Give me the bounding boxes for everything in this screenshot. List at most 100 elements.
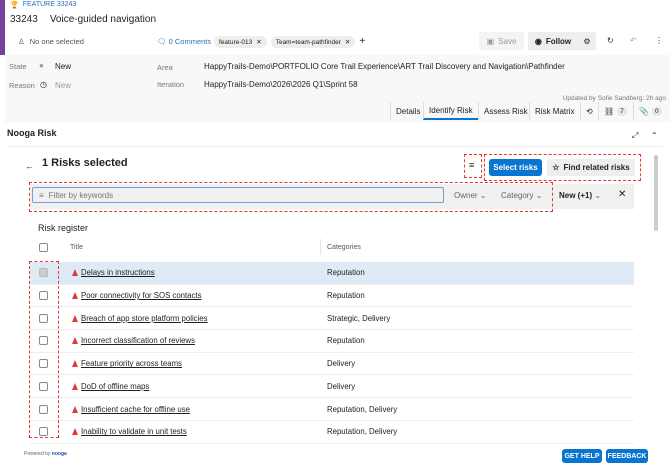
table-row[interactable]: Delays in instructions Reputation: [30, 262, 634, 285]
keyword-filter-input[interactable]: ≡ Filter by keywords: [32, 187, 444, 203]
risk-title-link[interactable]: Insufficient cache for offline use: [81, 405, 190, 414]
save-icon: ▣: [486, 36, 495, 46]
work-item-color-bar: [0, 0, 5, 55]
table-row[interactable]: Incorrect classification of reviews Repu…: [30, 330, 634, 353]
paperclip-icon: 📎: [639, 106, 649, 116]
eye-icon: ◉: [534, 36, 542, 46]
updated-by: Updated by Sofie Sandberg: 2h ago: [562, 95, 666, 102]
scrollbar[interactable]: [654, 155, 658, 231]
state-field[interactable]: New: [55, 62, 71, 71]
risk-categories: Reputation: [327, 291, 365, 301]
collapse-icon[interactable]: ⌃: [651, 131, 658, 140]
tab-links[interactable]: ⛓ 7: [598, 102, 632, 120]
chevron-down-icon: ⌄: [535, 191, 543, 200]
nooga-logo: nooga: [51, 451, 67, 457]
get-help-button[interactable]: GET HELP: [562, 449, 602, 463]
area-label: Area: [157, 63, 173, 72]
risk-categories: Reputation: [327, 268, 365, 278]
tab-identify-risk[interactable]: Identify Risk: [423, 102, 478, 120]
settings-icon[interactable]: ⚙: [578, 32, 596, 50]
warning-icon: [72, 360, 78, 368]
find-related-risks-button[interactable]: ☆ Find related risks: [547, 159, 635, 176]
work-item-title[interactable]: 33243 Voice-guided navigation: [10, 14, 156, 25]
assignee[interactable]: ♙ No one selected: [18, 37, 84, 46]
undo-icon[interactable]: ↶: [630, 36, 637, 45]
risk-categories: Reputation: [327, 336, 365, 346]
work-item-type: 🏆 FEATURE 33243: [10, 1, 77, 9]
column-header-title[interactable]: Title: [70, 244, 83, 251]
select-risks-button[interactable]: Select risks: [489, 159, 542, 176]
risk-title-link[interactable]: DoD of offline maps: [81, 382, 149, 391]
panel-title: Nooga Risk: [7, 128, 57, 138]
risk-title-link[interactable]: Incorrect classification of reviews: [81, 336, 195, 345]
filter-toggle-icon[interactable]: ≡: [469, 160, 474, 170]
link-icon: ⛓: [604, 106, 615, 116]
tab-details[interactable]: Details: [390, 102, 425, 120]
tag[interactable]: Team=team-pathfinder ✕: [270, 36, 356, 48]
risk-categories: Strategic, Delivery: [327, 313, 391, 323]
table-row[interactable]: DoD of offline maps Delivery: [30, 376, 634, 399]
close-icon[interactable]: ✕: [256, 38, 261, 46]
risk-categories: Reputation, Delivery: [327, 427, 398, 437]
section-heading: Risk register: [38, 223, 89, 233]
chevron-down-icon: ⌄: [594, 191, 602, 200]
add-tag-icon[interactable]: +: [359, 36, 365, 48]
tag[interactable]: feature-013 ✕: [214, 36, 267, 48]
column-header-categories[interactable]: Categories: [327, 244, 361, 251]
trophy-icon: 🏆: [10, 2, 19, 9]
history-icon[interactable]: ⟲: [580, 102, 598, 120]
refresh-icon[interactable]: ↻: [607, 36, 614, 45]
filter-icon: ≡: [39, 190, 44, 200]
state-dropdown[interactable]: New (+1) ⌄: [559, 191, 601, 200]
feedback-button[interactable]: FEEDBACK: [606, 449, 648, 463]
risk-categories: Reputation, Delivery: [327, 404, 398, 414]
category-dropdown[interactable]: Category ⌄: [501, 191, 542, 200]
table-row[interactable]: Poor connectivity for SOS contacts Reput…: [30, 285, 634, 308]
table-row[interactable]: Insufficient cache for offline use Reput…: [30, 398, 634, 421]
close-icon[interactable]: ✕: [345, 38, 350, 46]
star-icon: ☆: [552, 163, 560, 172]
table-row[interactable]: Feature priority across teams Delivery: [30, 353, 634, 376]
reason-field[interactable]: New: [55, 81, 71, 90]
risk-title-link[interactable]: Breach of app store platform policies: [81, 314, 208, 323]
warning-icon: [72, 428, 78, 436]
expand-icon[interactable]: ⤢: [632, 131, 638, 141]
selection-count: 1 Risks selected: [42, 157, 128, 169]
risk-categories: Delivery: [327, 381, 356, 391]
risk-title-link[interactable]: Feature priority across teams: [81, 359, 182, 368]
risk-title-link[interactable]: Delays in instructions: [81, 268, 155, 277]
chevron-down-icon: ⌄: [479, 191, 487, 200]
table-row[interactable]: Inability to validate in unit tests Repu…: [30, 421, 634, 444]
iteration-field[interactable]: HappyTrails-Demo\2026\2026 Q1\Sprint 58: [204, 80, 358, 89]
warning-icon: [72, 382, 78, 390]
table-row[interactable]: Breach of app store platform policies St…: [30, 307, 634, 331]
risk-categories: Delivery: [327, 359, 356, 369]
person-icon: ♙: [18, 37, 25, 46]
owner-dropdown[interactable]: Owner ⌄: [454, 191, 487, 200]
back-arrow-icon[interactable]: ←: [25, 161, 34, 171]
follow-button[interactable]: ◉ Follow: [528, 32, 578, 50]
iteration-label: Iteration: [157, 80, 185, 89]
warning-icon: [72, 292, 78, 300]
risk-title-link[interactable]: Inability to validate in unit tests: [81, 427, 187, 436]
state-label: State: [9, 62, 27, 71]
tab-assess-risk[interactable]: Assess Risk: [478, 102, 533, 120]
warning-icon: [72, 314, 78, 322]
warning-icon: [72, 337, 78, 345]
divider: [7, 146, 663, 147]
powered-by: Powered by nooga: [24, 451, 67, 457]
more-icon[interactable]: ⋮: [655, 36, 663, 45]
comments-link[interactable]: 🗨 0 Comments: [157, 37, 211, 46]
select-all-checkbox[interactable]: [39, 243, 48, 252]
save-button[interactable]: ▣ Save: [479, 32, 524, 50]
warning-icon: [72, 405, 78, 413]
tab-attachments[interactable]: 📎 0: [633, 102, 667, 120]
clock-icon: ◷: [40, 80, 47, 89]
area-field[interactable]: HappyTrails-Demo\PORTFOLIO Core Trail Ex…: [204, 62, 565, 71]
risk-title-link[interactable]: Poor connectivity for SOS contacts: [81, 291, 201, 300]
tab-risk-matrix[interactable]: Risk Matrix: [529, 102, 580, 120]
warning-icon: [72, 269, 78, 277]
clear-filters-icon[interactable]: ✕: [618, 189, 626, 200]
reason-label: Reason: [9, 81, 35, 90]
state-dot-icon: ●: [39, 61, 44, 70]
